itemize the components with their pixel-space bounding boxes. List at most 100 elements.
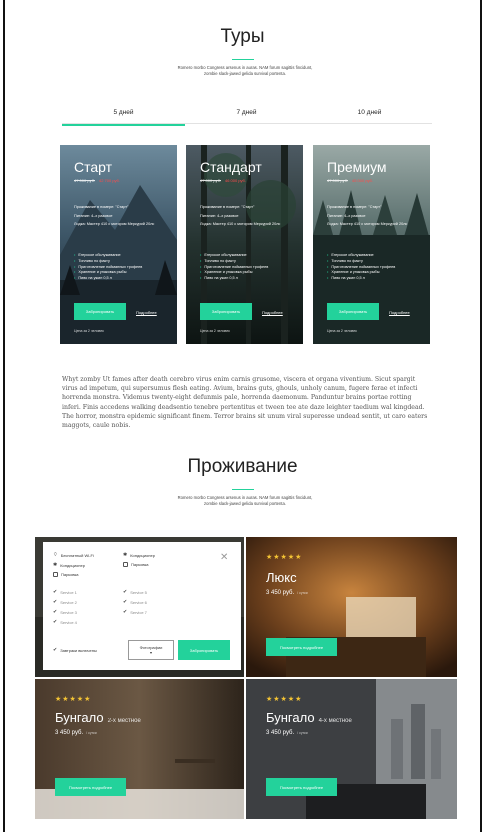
parking-icon [53, 572, 58, 577]
room-capacity: 4-х местное [318, 718, 352, 724]
card-info: Проживание в номере: "Старт" Питание: 4–… [74, 205, 169, 231]
amenity-label: Парковка [61, 572, 79, 577]
old-price: 47 000 руб. [327, 178, 348, 183]
tab-5-days[interactable]: 5 дней [62, 109, 185, 126]
accommodation-text: Проживание в номере: "Старт" [74, 205, 129, 209]
room-details-button[interactable]: Посмотреть подробнее [266, 638, 337, 656]
room-price-value: 3 450 руб. [55, 730, 84, 736]
tab-7-days[interactable]: 7 дней [185, 109, 308, 116]
feature-item: Пиво на ужин 0,5 л [74, 276, 142, 282]
filter-book-button[interactable]: Забронировать [178, 640, 230, 660]
accommodation-text: Проживание в номере: "Старт" [200, 205, 255, 209]
amenity-label: Бесплатный Wi-Fi [60, 552, 94, 558]
service-label: Service 4 [60, 619, 77, 625]
rating-stars: ★★★★★ [266, 696, 303, 703]
room-tile-bungalow-2: ★★★★★ Бунгало 2-х местное 3 450 руб. / сут… [35, 679, 244, 819]
feature-list: Егерское обслуживание Топливо по факту П… [327, 253, 395, 282]
price-period: / сутки [86, 731, 97, 735]
tour-card-start: Старт 47 000 руб. 42 700 руб. Проживание … [60, 145, 177, 344]
price-period: / сутки [297, 591, 308, 595]
room-details-button[interactable]: Посмотреть подробнее [55, 778, 126, 796]
more-link[interactable]: Подробнее [262, 310, 283, 315]
card-title: Старт [74, 159, 113, 175]
feature-item: Пиво на ужин 0,5 л [200, 276, 268, 282]
check-icon: ✔ [123, 599, 128, 605]
stay-title-underline [231, 489, 254, 490]
service-checkbox[interactable]: ✔ Service 1 [53, 589, 77, 595]
room-name-text: Бунгало [266, 710, 315, 725]
card-price: 47 000 руб. 46 000 руб. [200, 178, 246, 183]
check-icon: ✔ [53, 647, 58, 653]
service-checkbox[interactable]: ✔ Service 7 [123, 609, 147, 615]
book-button[interactable]: Забронировать [327, 303, 379, 320]
card-price: 47 000 руб. 42 700 руб. [74, 178, 120, 183]
amenity-label: Кондиционер [130, 552, 155, 558]
page-frame: Туры Romero morbo Congress arsenus in au… [3, 0, 482, 832]
service-label: Service 5 [130, 589, 147, 595]
new-price: 46 000 руб. [224, 178, 246, 183]
check-icon: ✔ [123, 609, 128, 615]
amenity-ac[interactable]: ✱ Кондиционер [123, 552, 155, 558]
old-price: 47 000 руб. [74, 178, 95, 183]
room-name: Бунгало 2-х местное [55, 710, 141, 725]
check-icon: ✔ [53, 619, 58, 625]
new-price: 42 700 руб. [98, 178, 120, 183]
price-note: Цена за 2 человек [74, 329, 104, 333]
room-tile-lux: ★★★★★ Люкс 3 450 руб. / сутки Посмотреть … [246, 537, 457, 677]
service-label: Service 3 [60, 609, 77, 615]
amenity-label: Кондиционер [60, 562, 85, 568]
card-title: Премиум [327, 159, 387, 175]
price-period: / сутки [297, 731, 308, 735]
accommodation-text: Проживание в номере: "Старт" [327, 205, 382, 209]
price-note: Цена за 2 человек [200, 329, 230, 333]
breakfast-label: Завтраки включены [60, 647, 97, 653]
card-info: Проживание в номере: "Старт" Питание: 4–… [200, 205, 295, 231]
room-name: Бунгало 4-х местное [266, 710, 352, 725]
photos-dropdown[interactable]: Фотографии ▾ [128, 640, 174, 660]
chevron-down-icon: ▾ [149, 650, 152, 655]
tour-card-standard: Стандарт 47 000 руб. 46 000 руб. Проживан… [186, 145, 303, 344]
more-link[interactable]: Подробнее [389, 310, 410, 315]
room-price-value: 3 450 руб. [266, 590, 295, 596]
close-icon[interactable]: ✕ [220, 552, 228, 563]
feature-item: Пиво на ужин 0,5 л [327, 276, 395, 282]
service-checkbox[interactable]: ✔ Service 6 [123, 599, 147, 605]
boat-text: Лодка: Мастер 410 с мотором Меркурий 20л… [327, 222, 408, 226]
tours-title-underline [231, 59, 254, 60]
boat-text: Лодка: Мастер 410 с мотором Меркурий 20л… [200, 222, 281, 226]
room-tile-bungalow-4: ★★★★★ Бунгало 4-х местное 3 450 руб. / сут… [246, 679, 457, 819]
old-price: 47 000 руб. [200, 178, 221, 183]
tab-10-days[interactable]: 10 дней [308, 109, 431, 116]
parking-icon [123, 562, 128, 567]
tours-subtitle: Romero morbo Congress arsenus in auras. … [177, 65, 313, 76]
breakfast-checkbox[interactable]: ✔ Завтраки включены [53, 647, 97, 653]
service-checkbox[interactable]: ✔ Service 3 [53, 609, 77, 615]
snowflake-icon: ✱ [123, 552, 128, 558]
tours-title: Туры [220, 26, 265, 47]
stay-title: Проживание [187, 456, 298, 477]
boat-text: Лодка: Мастер 410 с мотором Меркурий 20л… [74, 222, 155, 226]
service-label: Service 1 [60, 589, 77, 595]
stay-subtitle: Romero morbo Congress arsenus in auras. … [177, 495, 313, 506]
book-button[interactable]: Забронировать [74, 303, 126, 320]
amenity-label: Парковка [131, 562, 149, 567]
amenity-wifi[interactable]: ⌔ Бесплатный Wi-Fi [53, 552, 94, 558]
book-button[interactable]: Забронировать [200, 303, 252, 320]
room-price: 3 450 руб. / сутки [266, 730, 308, 736]
amenity-ac-2[interactable]: ✱ Кондиционер [53, 562, 85, 568]
amenity-parking-2[interactable]: Парковка [53, 572, 79, 577]
room-price-value: 3 450 руб. [266, 730, 295, 736]
more-link[interactable]: Подробнее [136, 310, 157, 315]
food-text: Питание: 4–х разовое [327, 213, 366, 218]
amenity-parking[interactable]: Парковка [123, 562, 149, 567]
room-details-button[interactable]: Посмотреть подробнее [266, 778, 337, 796]
description-paragraph: Whyt zomby Ut fames after death cerebro … [62, 376, 428, 430]
check-icon: ✔ [123, 589, 128, 595]
room-capacity: 2-х местное [107, 718, 141, 724]
new-price: 45 000 руб. [351, 178, 373, 183]
service-checkbox[interactable]: ✔ Service 4 [53, 619, 77, 625]
room-price: 3 450 руб. / сутки [266, 590, 308, 596]
service-checkbox[interactable]: ✔ Service 5 [123, 589, 147, 595]
price-note: Цена за 2 человек [327, 329, 357, 333]
service-checkbox[interactable]: ✔ Service 2 [53, 599, 77, 605]
